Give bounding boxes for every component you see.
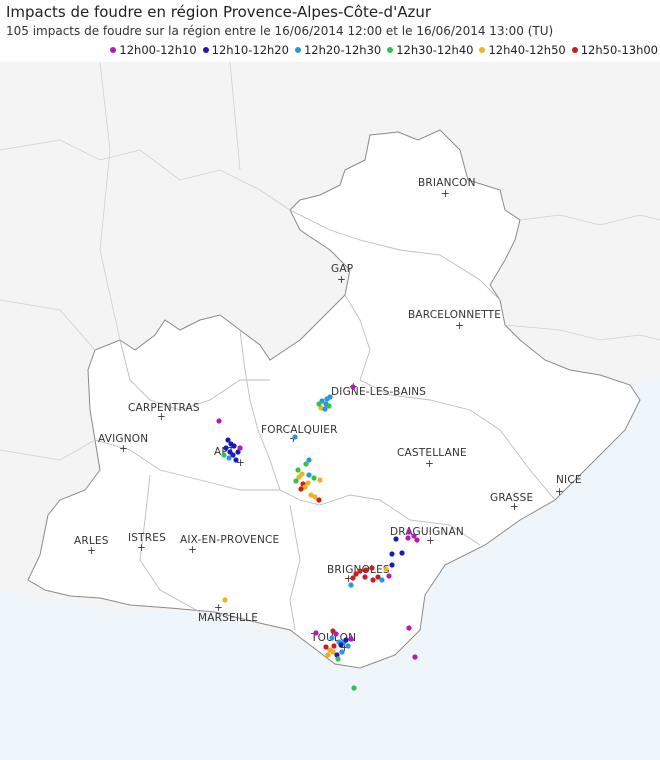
impact-dot <box>362 574 368 580</box>
svg-text:DIGNE-LES-BAINS: DIGNE-LES-BAINS <box>331 386 426 398</box>
legend-dot-icon <box>479 47 486 53</box>
city-marker-icon: + <box>137 542 146 554</box>
impact-dot <box>292 434 298 440</box>
impact-dot <box>293 478 299 484</box>
map-header: Impacts de foudre en région Provence-Alp… <box>0 0 660 62</box>
city-marker-icon: + <box>337 274 346 286</box>
impact-dot <box>221 452 227 458</box>
impact-dot <box>317 477 323 483</box>
city-marker-icon: + <box>455 320 464 332</box>
legend: 12h00-12h10 12h10-12h20 12h20-12h30 12h3… <box>104 43 658 57</box>
impact-dot <box>331 643 337 649</box>
impact-dot <box>325 652 331 658</box>
legend-dot-icon <box>202 47 209 53</box>
legend-dot-icon <box>110 47 117 53</box>
legend-label: 12h30-12h40 <box>396 43 474 57</box>
impact-dot <box>333 631 339 637</box>
legend-item-1: 12h00-12h10 <box>110 43 197 57</box>
impact-dot <box>327 394 333 400</box>
impact-dot <box>223 445 229 451</box>
impact-dot <box>383 566 389 572</box>
impact-dot <box>295 467 301 473</box>
impact-dot <box>412 654 418 660</box>
legend-label: 12h10-12h20 <box>211 43 289 57</box>
city-marker-icon: + <box>555 486 564 498</box>
impact-dot <box>338 642 344 648</box>
impact-dot <box>393 536 399 542</box>
legend-item-5: 12h40-12h50 <box>479 43 566 57</box>
svg-text:FORCALQUIER: FORCALQUIER <box>261 424 338 436</box>
impact-dot <box>350 384 356 390</box>
impact-dot <box>316 497 322 503</box>
impact-dot <box>303 461 309 467</box>
legend-item-2: 12h10-12h20 <box>202 43 289 57</box>
svg-text:MARSEILLE: MARSEILLE <box>198 612 258 624</box>
impact-dot <box>345 643 351 649</box>
legend-label: 12h20-12h30 <box>303 43 382 57</box>
impact-dot <box>339 649 345 655</box>
city-marker-icon: + <box>441 188 450 200</box>
legend-item-4: 12h30-12h40 <box>387 43 473 57</box>
impact-dot <box>226 455 232 461</box>
city-marker-icon: + <box>157 411 166 423</box>
svg-text:NICE: NICE <box>556 474 582 486</box>
impact-dot <box>389 551 395 557</box>
impact-dot <box>348 636 354 642</box>
impact-dot <box>389 562 395 568</box>
svg-text:ISTRES: ISTRES <box>128 532 166 544</box>
city-marker-icon: + <box>119 443 128 455</box>
impact-dot <box>329 635 335 641</box>
impact-dot <box>351 685 357 691</box>
impact-dot <box>405 535 411 541</box>
impact-dot <box>369 565 375 571</box>
impact-dot <box>350 575 356 581</box>
impact-dot <box>311 475 317 481</box>
impact-dot <box>379 577 385 583</box>
city-marker-icon: + <box>214 602 223 614</box>
legend-item-6: 12h50-13h00 <box>571 43 658 57</box>
impact-dot <box>323 644 329 650</box>
impact-dot <box>233 457 239 463</box>
legend-dot-icon <box>294 47 301 53</box>
legend-label: 12h50-13h00 <box>580 43 658 57</box>
city-marker-icon: + <box>87 545 96 557</box>
impact-dot <box>363 567 369 573</box>
impact-dot <box>316 401 322 407</box>
impact-dot <box>237 445 243 451</box>
city-marker-icon: + <box>426 535 435 547</box>
impact-dot <box>326 403 332 409</box>
impact-dot <box>306 472 312 478</box>
city-marker-icon: + <box>425 458 434 470</box>
impact-dot <box>343 637 349 643</box>
impact-dot <box>298 486 304 492</box>
legend-dot-icon <box>571 47 578 53</box>
impact-dot <box>335 656 341 662</box>
city-marker-icon: + <box>510 501 519 513</box>
legend-label: 12h00-12h10 <box>119 43 197 57</box>
impact-dot <box>222 597 228 603</box>
impact-dot <box>414 537 420 543</box>
legend-label: 12h40-12h50 <box>488 43 566 57</box>
city-marker-icon: + <box>188 544 197 556</box>
map-subtitle: 105 impacts de foudre sur la région entr… <box>6 24 554 38</box>
impact-dot <box>231 443 237 449</box>
impact-dot <box>386 573 392 579</box>
impact-dot <box>406 625 412 631</box>
map-title: Impacts de foudre en région Provence-Alp… <box>6 3 432 21</box>
impact-dot <box>370 577 376 583</box>
impact-dot <box>399 550 405 556</box>
impact-dot <box>348 582 354 588</box>
legend-dot-icon <box>387 47 394 53</box>
impact-dot <box>313 630 319 636</box>
impact-dot <box>406 529 412 535</box>
legend-item-3: 12h20-12h30 <box>294 43 382 57</box>
impact-dot <box>216 418 222 424</box>
lightning-map[interactable]: BRIANCON+ GAP+ BARCELONNETTE+ DIGNE-LES-… <box>0 62 660 760</box>
